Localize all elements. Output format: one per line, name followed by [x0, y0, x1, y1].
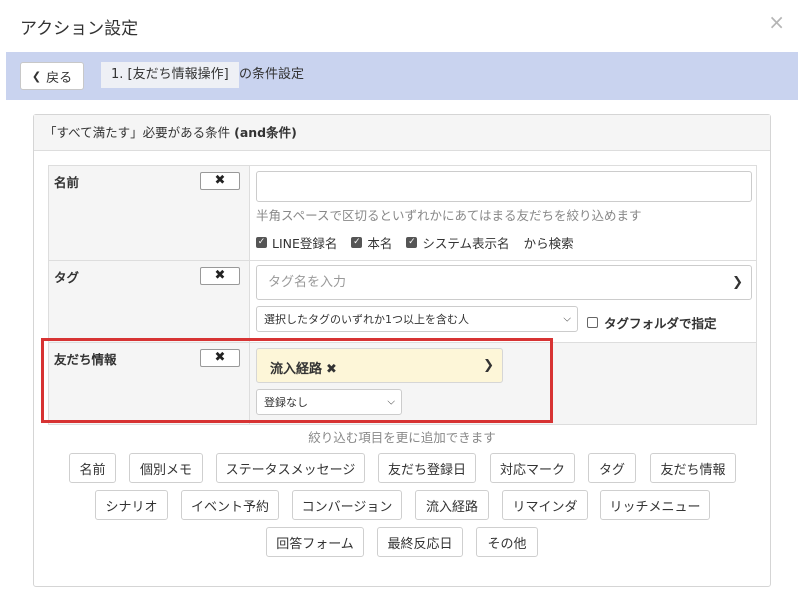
add-button-mark[interactable]: 対応マーク: [490, 453, 575, 483]
panel-header-text: 「すべて満たす」必要がある条件: [44, 125, 235, 140]
add-button-friend-info[interactable]: 友だち情報: [650, 453, 736, 483]
tag-match-value: 選択したタグのいずれか1つ以上を含む人: [264, 313, 469, 326]
add-button-form[interactable]: 回答フォーム: [266, 527, 364, 557]
check-real-name[interactable]: ✓ 本名: [351, 233, 392, 252]
chip-label: 流入経路: [270, 362, 323, 377]
add-button-rich-menu[interactable]: リッチメニュー: [600, 490, 710, 520]
add-button-register-date[interactable]: 友だち登録日: [378, 453, 476, 483]
condition-label-cell: 名前 ✖: [48, 166, 250, 260]
add-button-last-reaction[interactable]: 最終反応日: [377, 527, 463, 557]
nav-bar: ❮ 戻る 1. [友だち情報操作] の条件設定: [6, 52, 798, 100]
check-label: LINE登録名: [272, 236, 338, 251]
condition-body: 流入経路 ✖ ❯ 登録なし ⌵: [250, 343, 757, 424]
tag-match-select[interactable]: 選択したタグのいずれか1つ以上を含む人 ⌵: [256, 306, 578, 332]
condition-row-friend-info: 友だち情報 ✖ 流入経路 ✖ ❯ 登録なし ⌵: [48, 343, 757, 425]
check-system-name[interactable]: ✓ システム表示名: [406, 233, 510, 252]
breadcrumb-suffix: の条件設定: [239, 67, 305, 82]
add-hint: 絞り込む項目を更に追加できます: [308, 430, 496, 445]
condition-body: 半角スペースで区切るといずれかにあてはまる友だちを絞り込めます ✓ LINE登録…: [250, 166, 757, 260]
check-label: システム表示名: [422, 236, 510, 251]
name-search-input[interactable]: [256, 171, 752, 202]
selected-field-chip: 流入経路 ✖: [270, 358, 337, 377]
close-icon[interactable]: ×: [768, 10, 785, 34]
panel-header-bold: (and条件): [234, 125, 297, 140]
tag-folder-label: タグフォルダで指定: [604, 316, 717, 331]
checkbox-empty-icon: [587, 317, 598, 328]
remove-condition-button[interactable]: ✖: [200, 267, 240, 285]
add-button-conversion[interactable]: コンバージョン: [292, 490, 402, 520]
condition-label: タグ: [54, 270, 80, 285]
add-button-inflow-route[interactable]: 流入経路: [415, 490, 489, 520]
add-button-scenario[interactable]: シナリオ: [95, 490, 168, 520]
checkbox-checked-icon: ✓: [351, 237, 363, 248]
name-help-text: 半角スペースで区切るといずれかにあてはまる友だちを絞り込めます: [256, 208, 642, 223]
condition-label: 名前: [54, 175, 80, 190]
condition-label-cell: タグ ✖: [48, 261, 250, 342]
add-button-name[interactable]: 名前: [69, 453, 116, 483]
checkbox-checked-icon: ✓: [256, 237, 267, 248]
tag-folder-checkbox[interactable]: タグフォルダで指定: [587, 313, 717, 332]
tag-select[interactable]: タグ名を入力 ❯: [256, 265, 752, 300]
add-button-other[interactable]: その他: [476, 527, 538, 557]
search-fields: ✓ LINE登録名 ✓ 本名 ✓ システム表示名 から検索: [256, 233, 574, 252]
condition-row-name: 名前 ✖ 半角スペースで区切るといずれかにあてはまる友だちを絞り込めます ✓ L…: [48, 166, 757, 261]
chevron-down-icon: ❯: [732, 275, 743, 290]
conditions-table: 名前 ✖ 半角スペースで区切るといずれかにあてはまる友だちを絞り込めます ✓ L…: [48, 165, 757, 425]
add-button-status-message[interactable]: ステータスメッセージ: [216, 453, 365, 483]
check-line-name[interactable]: ✓ LINE登録名: [256, 233, 337, 252]
add-button-reminder[interactable]: リマインダ: [502, 490, 588, 520]
remove-condition-button[interactable]: ✖: [200, 172, 240, 190]
condition-label-cell: 友だち情報 ✖: [48, 343, 250, 424]
check-label: 本名: [367, 236, 393, 251]
modal-title: アクション設定: [20, 19, 139, 39]
chevron-down-icon: ⌵: [387, 396, 395, 408]
friend-info-value-select[interactable]: 登録なし ⌵: [256, 389, 402, 415]
condition-label: 友だち情報: [54, 352, 117, 367]
conditions-panel: 「すべて満たす」必要がある条件 (and条件) 名前 ✖ 半角スペースで区切ると…: [33, 114, 771, 587]
check-suffix: から検索: [523, 236, 574, 251]
tag-select-placeholder: タグ名を入力: [268, 275, 347, 290]
friend-info-field-select[interactable]: 流入経路 ✖ ❯: [256, 348, 503, 383]
condition-row-tag: タグ ✖ タグ名を入力 ❯ 選択したタグのいずれか1つ以上を含む人 ⌵ タグフォ…: [48, 261, 757, 343]
add-button-memo[interactable]: 個別メモ: [129, 453, 203, 483]
add-button-tag[interactable]: タグ: [588, 453, 636, 483]
checkbox-checked-icon: ✓: [406, 237, 418, 248]
chevron-down-icon: ⌵: [563, 313, 571, 325]
remove-condition-button[interactable]: ✖: [200, 349, 240, 367]
chevron-left-icon: ❮: [31, 69, 42, 83]
back-button[interactable]: ❮ 戻る: [20, 62, 84, 90]
back-label: 戻る: [46, 70, 73, 86]
condition-body: タグ名を入力 ❯ 選択したタグのいずれか1つ以上を含む人 ⌵ タグフォルダで指定: [250, 261, 757, 342]
chevron-down-icon: ❯: [483, 358, 494, 373]
panel-header: 「すべて満たす」必要がある条件 (and条件): [34, 115, 770, 151]
breadcrumb: 1. [友だち情報操作]: [101, 62, 239, 88]
add-button-event[interactable]: イベント予約: [181, 490, 279, 520]
remove-x-icon[interactable]: ✖: [326, 362, 337, 377]
friend-info-value: 登録なし: [264, 396, 308, 409]
